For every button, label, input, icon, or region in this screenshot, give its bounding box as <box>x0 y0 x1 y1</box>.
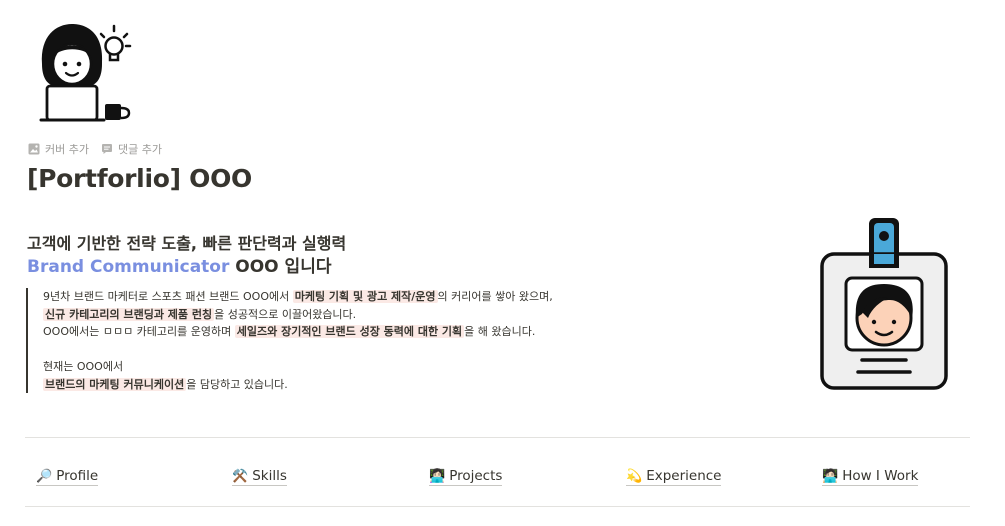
quote-text: 을 담당하고 있습니다. <box>186 377 288 391</box>
magnifier-icon: 🔎 <box>36 468 53 484</box>
quote-text: 9년차 브랜드 마케터로 스포츠 패션 브랜드 OOO에서 <box>43 290 293 303</box>
page-title[interactable]: [Portforlio] OOO <box>27 164 252 193</box>
id-badge-icon <box>820 218 948 390</box>
brand-role-suffix: OOO 입니다 <box>229 257 332 277</box>
add-cover-label: 커버 추가 <box>45 143 89 156</box>
quote-highlight: 마케팅 기획 및 광고 제작/운영 <box>292 290 438 303</box>
nav-link-label: Profile <box>56 468 99 484</box>
quote-highlight: 브랜드의 마케팅 커뮤니케이션 <box>43 377 187 391</box>
page-controls: 커버 추가 댓글 추가 <box>28 141 162 157</box>
nav-link-label: Experience <box>646 468 722 484</box>
nav-link-label: Skills <box>252 468 287 484</box>
nav-link-skills[interactable]: ⚒️ Skills <box>232 468 287 486</box>
intro-role: Brand Communicator OOO 입니다 <box>27 256 331 278</box>
quote-text: 을 성공적으로 이끌어왔습니다. <box>214 307 357 321</box>
intro-headline: 고객에 기반한 전략 도출, 빠른 판단력과 실행력 <box>27 234 347 253</box>
brand-role-text: Brand Communicator <box>27 257 230 277</box>
image-icon <box>28 143 40 155</box>
technologist-icon: 👩🏻‍💻 <box>429 468 446 484</box>
quote-spacer <box>43 341 646 359</box>
quote-highlight: 세일즈와 장기적인 브랜드 성장 동력에 대한 기획 <box>234 325 465 338</box>
quote-line: 9년차 브랜드 마케터로 스포츠 패션 브랜드 OOO에서 마케팅 기획 및 광… <box>43 288 646 306</box>
divider <box>25 506 970 507</box>
nav-link-how-i-work[interactable]: 🧑🏻‍💻 How I Work <box>822 468 919 486</box>
quote-text: 을 해 왔습니다. <box>464 325 536 338</box>
section-nav: 🔎 Profile ⚒️ Skills 👩🏻‍💻 Projects 💫 Experien… <box>36 468 976 490</box>
nav-link-label: How I Work <box>842 468 919 484</box>
quote-text: 의 커리어를 쌓아 왔으며, <box>437 290 553 303</box>
quote-text: 현재는 OOO에서 <box>43 360 124 373</box>
quote-line: 신규 카테고리의 브랜딩과 제품 런칭 을 성공적으로 이끌어왔습니다. <box>43 306 646 324</box>
comment-icon <box>101 144 112 154</box>
dizzy-star-icon: 💫 <box>626 468 643 484</box>
nav-link-profile[interactable]: 🔎 Profile <box>36 468 99 486</box>
nav-link-experience[interactable]: 💫 Experience <box>626 468 722 486</box>
hammer-pick-icon: ⚒️ <box>232 468 249 484</box>
nav-link-label: Projects <box>449 468 503 484</box>
quote-text: OOO에서는 ㅁㅁㅁ 카테고리를 운영하며 <box>43 325 235 338</box>
quote-highlight: 신규 카테고리의 브랜딩과 제품 런칭 <box>43 307 215 321</box>
divider <box>25 437 970 438</box>
add-comment-button[interactable]: 댓글 추가 <box>101 141 162 157</box>
quote-line: OOO에서는 ㅁㅁㅁ 카테고리를 운영하며 세일즈와 장기적인 브랜드 성장 동… <box>43 323 646 341</box>
technologist-icon: 🧑🏻‍💻 <box>822 468 839 484</box>
add-cover-button[interactable]: 커버 추가 <box>28 141 89 157</box>
summary-quote: 9년차 브랜드 마케터로 스포츠 패션 브랜드 OOO에서 마케팅 기획 및 광… <box>26 288 646 393</box>
quote-line: 현재는 OOO에서 <box>43 358 646 376</box>
quote-line: 브랜드의 마케팅 커뮤니케이션 을 담당하고 있습니다. <box>43 376 646 394</box>
nav-link-projects[interactable]: 👩🏻‍💻 Projects <box>429 468 503 486</box>
add-comment-label: 댓글 추가 <box>117 143 162 156</box>
page-icon-woman-laptop[interactable] <box>34 18 134 126</box>
